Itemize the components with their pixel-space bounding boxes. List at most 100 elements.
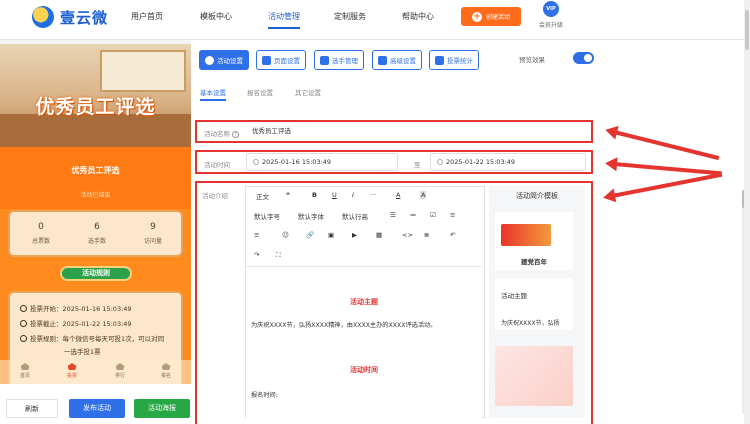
end-time-input[interactable]: 2025-01-22 15:03:49 <box>430 153 586 171</box>
stat-visits: 9 访问量 <box>124 222 182 245</box>
template-card-party[interactable]: 建党百年 <box>495 212 573 270</box>
vote-statistics-button[interactable]: 投票统计 <box>429 50 479 70</box>
quote-icon[interactable]: ❝ <box>286 191 290 199</box>
paragraph-format-select[interactable]: 正文 <box>256 191 269 201</box>
advanced-settings-button[interactable]: 高级设置 <box>372 50 422 70</box>
info-icon <box>20 335 27 342</box>
font-color-icon[interactable]: A <box>396 191 400 199</box>
stat-contestants: 6 选手数 <box>68 222 126 245</box>
link-icon[interactable]: 🔗 <box>306 231 314 239</box>
stat-value: 9 <box>150 222 156 232</box>
activity-name-input[interactable]: 优秀员工评选 <box>246 123 586 141</box>
help-icon: ? <box>232 131 239 138</box>
tab-signup-settings[interactable]: 报名设置 <box>247 87 273 97</box>
logo[interactable]: 壹云微 <box>32 6 108 28</box>
tab-signup[interactable]: 报名 <box>146 363 186 379</box>
editor-paragraph-theme: 为庆祝XXXX节，弘扬XXXX精神，由XXXX主办的XXXX评选活动。 <box>251 322 437 329</box>
rich-text-editor: 正文 ❝ B U I ··· A A 默认字号 默认字体 默认行高 ☰ ≔ ☑ … <box>245 186 485 418</box>
button-label: 选手管理 <box>332 57 358 65</box>
activity-status: 活动已结束 <box>80 192 111 199</box>
vip-upgrade[interactable]: VIP 会员升级 <box>536 1 566 29</box>
start-time-input[interactable]: 2025-01-16 15:03:49 <box>246 153 398 171</box>
left-footer: 刷新 发布活动 活动海报 <box>0 384 191 424</box>
activity-time-label: 活动时间 <box>204 161 230 169</box>
end-time-value: 2025-01-22 15:03:49 <box>446 158 516 166</box>
preview-tabbar: 首页 投票 排行 报名 <box>0 360 191 384</box>
numbered-list-icon[interactable]: ≔ <box>410 211 417 219</box>
divider-icon[interactable]: ≣ <box>424 231 429 239</box>
font-family-select[interactable]: 默认字体 <box>298 211 324 221</box>
logo-icon <box>32 6 54 28</box>
clock-icon <box>437 159 443 165</box>
preview-banner: 优秀员工评选 <box>0 44 191 147</box>
logo-text: 壹云微 <box>60 8 109 27</box>
template-card-text-theme[interactable]: 活动主题 为庆祝XXXX节，弘扬 <box>495 278 573 330</box>
tab-label: 首页 <box>19 373 30 379</box>
button-label: 投票统计 <box>447 57 473 65</box>
template-card-pink[interactable] <box>495 346 573 406</box>
contestant-management-button[interactable]: 选手管理 <box>314 50 364 70</box>
template-panel-title: 活动简介模板 <box>516 192 558 200</box>
background-color-icon[interactable]: A <box>420 191 427 199</box>
fullscreen-icon[interactable]: ⛶ <box>276 251 281 260</box>
nav-custom-service[interactable]: 定制服务 <box>334 11 366 22</box>
nav-home[interactable]: 用户首页 <box>131 11 163 22</box>
editor-paragraph-time: 报名时间: <box>251 392 278 399</box>
preview-toggle[interactable] <box>573 52 594 64</box>
rule-text: 投票开始：2025-01-16 15:03:49 <box>30 305 132 313</box>
editor-toolbar-row2: 默认字号 默认字体 默认行高 ☰ ≔ ☑ ≡ <box>246 207 484 227</box>
page-settings-button[interactable]: 页面设置 <box>256 50 306 70</box>
font-size-select[interactable]: 默认字号 <box>254 211 280 221</box>
nav-templates[interactable]: 模板中心 <box>200 11 232 22</box>
clock-icon <box>20 320 27 327</box>
line-height-select[interactable]: 默认行高 <box>342 211 368 221</box>
code-icon[interactable]: <> <box>402 231 413 239</box>
indent-icon[interactable]: ≡ <box>254 231 259 239</box>
page-scrollbar[interactable] <box>744 0 750 424</box>
label-text: 活动名称 <box>204 130 230 138</box>
stat-label: 选手数 <box>87 238 106 245</box>
banner-window-decor <box>100 50 186 92</box>
refresh-button[interactable]: 刷新 <box>6 399 58 418</box>
vip-icon: VIP <box>543 1 559 17</box>
bullet-list-icon[interactable]: ☰ <box>390 211 396 219</box>
editor-content-area[interactable]: 活动主题 为庆祝XXXX节，弘扬XXXX精神，由XXXX主办的XXXX评选活动。… <box>246 266 482 418</box>
underline-icon[interactable]: U <box>332 191 337 199</box>
table-icon[interactable]: ▦ <box>376 231 382 239</box>
tab-rank[interactable]: 排行 <box>100 363 140 379</box>
stats-box: 0 总票数 6 选手数 9 访问量 <box>8 210 183 257</box>
tab-home[interactable]: 首页 <box>5 363 45 379</box>
activity-rules-button[interactable]: 活动规则 <box>60 266 132 281</box>
tab-basic-settings[interactable]: 基本设置 <box>200 87 226 101</box>
create-activity-button[interactable]: + 创建活动 <box>461 7 521 26</box>
settings-panel: 活动设置 页面设置 选手管理 高级设置 投票统计 预览效果 基本设置 报名设置 … <box>191 40 750 424</box>
activity-name-label: 活动名称? <box>204 128 239 138</box>
time-separator: 至 <box>414 161 421 169</box>
tab-other-settings[interactable]: 其它设置 <box>295 87 321 97</box>
intro-template-panel: 活动简介模板 建党百年 活动主题 为庆祝XXXX节，弘扬 <box>489 186 585 418</box>
align-icon[interactable]: ≡ <box>450 211 455 219</box>
publish-activity-button[interactable]: 发布活动 <box>69 399 125 418</box>
bold-icon[interactable]: B <box>312 191 317 199</box>
checklist-icon[interactable]: ☑ <box>430 211 436 219</box>
redo-icon[interactable]: ↷ <box>254 251 259 259</box>
vip-label: 会员升级 <box>538 22 563 29</box>
plus-icon: + <box>471 11 482 22</box>
video-icon[interactable]: ▶ <box>352 231 357 239</box>
tab-vote[interactable]: 投票 <box>52 363 92 379</box>
more-icon[interactable]: ··· <box>370 191 376 199</box>
activity-poster-button[interactable]: 活动海报 <box>134 399 190 418</box>
preview-effect-label: 预览效果 <box>519 56 545 64</box>
undo-icon[interactable]: ↶ <box>450 231 455 239</box>
activity-settings-button[interactable]: 活动设置 <box>199 50 249 70</box>
editor-toolbar-row1: 正文 ❝ B U I ··· A A <box>246 187 484 207</box>
nav-activity-management[interactable]: 活动管理 <box>268 11 300 29</box>
emoji-icon[interactable]: ☺ <box>282 231 289 239</box>
nav-help-center[interactable]: 帮助中心 <box>402 11 434 22</box>
image-icon[interactable]: ▣ <box>328 231 334 239</box>
italic-icon[interactable]: I <box>352 191 354 199</box>
activity-intro-label: 活动介绍 <box>202 192 228 200</box>
top-navbar: 壹云微 用户首页 模板中心 活动管理 定制服务 帮助中心 + 创建活动 VIP … <box>0 0 750 40</box>
stat-total-votes: 0 总票数 <box>12 222 70 245</box>
template-card-heading: 活动主题 <box>501 292 527 300</box>
